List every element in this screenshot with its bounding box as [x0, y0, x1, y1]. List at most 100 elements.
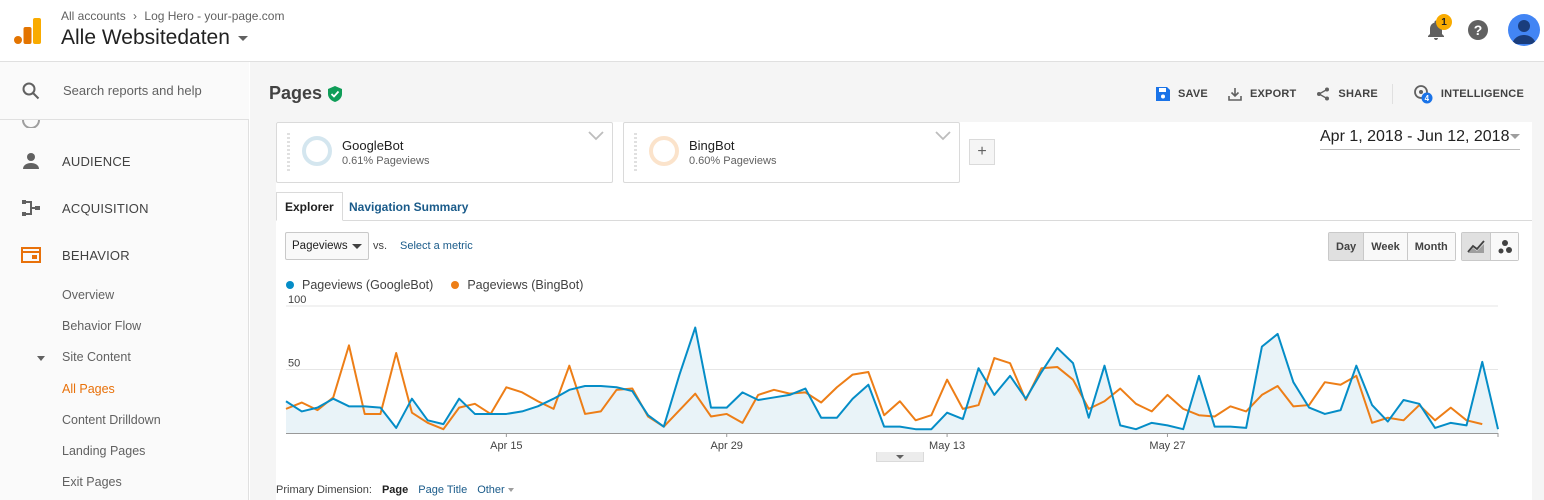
acquisition-icon [22, 200, 40, 216]
motion-chart-button[interactable] [1490, 233, 1518, 260]
sidebar-subitem-all-pages[interactable]: All Pages [62, 382, 115, 396]
segment-googlebot[interactable]: GoogleBot 0.61% Pageviews [276, 122, 613, 183]
legend-label: Pageviews (BingBot) [467, 278, 584, 292]
y-tick-label: 100 [288, 294, 306, 306]
search-input[interactable]: Search reports and help [63, 83, 202, 98]
tab-explorer[interactable]: Explorer [276, 192, 343, 221]
breadcrumb-item[interactable]: Log Hero - your-page.com [144, 9, 284, 23]
legend-dot [451, 281, 460, 289]
intelligence-button[interactable]: 4 INTELLIGENCE [1413, 84, 1524, 104]
view-name: Alle Websitedaten [61, 26, 230, 49]
select-metric-link[interactable]: Select a metric [400, 240, 473, 252]
verified-shield-icon [328, 85, 343, 102]
pageviews-line-chart[interactable]: 100 50 Apr 15 Apr 29 May 13 May 27 [276, 294, 1532, 474]
line-chart-button[interactable] [1462, 233, 1490, 260]
chart-type-toggle [1461, 232, 1519, 261]
sidebar-item-label: AUDIENCE [62, 153, 131, 169]
search-icon [22, 82, 40, 100]
primary-dimension-label: Primary Dimension: [276, 484, 372, 496]
bubble-chart-icon [1498, 239, 1512, 253]
sidebar-item-acquisition[interactable]: ACQUISITION [0, 188, 249, 228]
primary-dimension-other-label: Other [477, 484, 505, 496]
report-actions: SAVE EXPORT SHARE 4 INTELLIGENCE [1136, 84, 1524, 104]
caret-down-icon [896, 454, 904, 459]
sidebar-subitem-landing-pages[interactable]: Landing Pages [62, 444, 145, 458]
save-icon [1156, 87, 1171, 101]
vs-label: vs. [373, 240, 388, 252]
share-button[interactable]: SHARE [1316, 87, 1378, 101]
segment-bingbot[interactable]: BingBot 0.60% Pageviews [623, 122, 960, 183]
share-icon [1317, 87, 1330, 101]
person-icon [23, 153, 39, 169]
chevron-down-icon[interactable] [935, 131, 951, 141]
chart-legend: Pageviews (GoogleBot) Pageviews (BingBot… [286, 278, 583, 292]
chart-expand-toggle[interactable] [876, 452, 924, 462]
granularity-month[interactable]: Month [1406, 233, 1455, 260]
sidebar-subitem-content-drilldown[interactable]: Content Drilldown [62, 413, 161, 427]
triangle-down-icon [37, 356, 45, 361]
caret-down-icon [237, 35, 248, 41]
share-label: SHARE [1338, 88, 1378, 100]
primary-dimension-page[interactable]: Page [382, 484, 408, 496]
sidebar-subitem-exit-pages[interactable]: Exit Pages [62, 475, 122, 489]
page-title: Pages [269, 83, 343, 104]
sidebar: Search reports and help AUDIENCE ACQUISI… [0, 62, 249, 500]
chevron-down-icon[interactable] [588, 131, 604, 141]
caret-down-icon [352, 243, 362, 249]
x-tick-label: May 27 [1149, 440, 1185, 452]
primary-dimension-bar: Primary Dimension: Page Page Title Other [276, 484, 514, 496]
segment-name: GoogleBot [342, 138, 404, 153]
export-label: EXPORT [1249, 88, 1297, 100]
sidebar-item-audience[interactable]: AUDIENCE [0, 141, 249, 181]
metric-select-value: Pageviews [292, 240, 348, 252]
sidebar-subitem-site-content[interactable]: Site Content [62, 350, 131, 364]
segment-ring-icon [649, 136, 679, 166]
segment-ring-icon [302, 136, 332, 166]
notification-badge: 1 [1436, 14, 1452, 30]
save-button[interactable]: SAVE [1156, 87, 1208, 101]
x-tick-label: Apr 29 [711, 440, 743, 452]
download-icon [1228, 88, 1242, 101]
view-selector[interactable]: Alle Websitedaten [61, 26, 248, 50]
add-segment-button[interactable]: + [969, 139, 995, 165]
primary-dimension-page-title[interactable]: Page Title [418, 484, 467, 496]
export-button[interactable]: EXPORT [1228, 87, 1296, 101]
breadcrumb-separator: › [133, 9, 138, 23]
granularity-week[interactable]: Week [1363, 233, 1407, 260]
analytics-logo-icon[interactable] [14, 18, 42, 44]
breadcrumb[interactable]: All accounts › Log Hero - your-page.com [61, 9, 284, 23]
sidebar-subitem-overview[interactable]: Overview [62, 288, 114, 302]
clock-icon [22, 120, 40, 128]
line-chart-icon [1467, 239, 1485, 253]
primary-dimension-other[interactable]: Other [477, 484, 514, 496]
intelligence-icon: 4 [1414, 85, 1433, 104]
tab-navigation-summary[interactable]: Navigation Summary [341, 192, 476, 221]
top-bar: All accounts › Log Hero - your-page.com … [0, 0, 1544, 62]
caret-down-icon [507, 488, 514, 493]
x-tick-label: Apr 15 [490, 440, 522, 452]
avatar[interactable] [1508, 14, 1540, 46]
legend-item-bingbot[interactable]: Pageviews (BingBot) [451, 278, 583, 292]
date-range-picker[interactable]: Apr 1, 2018 - Jun 12, 2018 [1320, 128, 1520, 150]
sidebar-item-behavior[interactable]: BEHAVIOR [0, 235, 249, 275]
page-title-text: Pages [269, 83, 323, 103]
help-icon[interactable]: ? [1468, 20, 1488, 40]
legend-label: Pageviews (GoogleBot) [302, 278, 434, 292]
segment-name: BingBot [689, 138, 735, 153]
y-tick-label: 50 [288, 358, 300, 370]
drag-handle[interactable] [287, 133, 290, 173]
behavior-icon [21, 247, 41, 263]
granularity-day[interactable]: Day [1329, 233, 1364, 260]
sidebar-subitem-behavior-flow[interactable]: Behavior Flow [62, 319, 141, 333]
segment-share: 0.60% Pageviews [689, 155, 777, 167]
metric-select[interactable]: Pageviews [285, 232, 369, 260]
drag-handle[interactable] [634, 133, 637, 173]
date-range-text: Apr 1, 2018 - Jun 12, 2018 [1320, 127, 1510, 145]
breadcrumb-item[interactable]: All accounts [61, 9, 126, 23]
granularity-toggle: Day Week Month [1328, 232, 1456, 261]
sidebar-search[interactable]: Search reports and help [0, 62, 249, 120]
segment-share: 0.61% Pageviews [342, 155, 430, 167]
notifications-button[interactable]: 1 [1424, 14, 1452, 42]
legend-item-googlebot[interactable]: Pageviews (GoogleBot) [286, 278, 433, 292]
sidebar-item-label: ACQUISITION [62, 200, 149, 216]
